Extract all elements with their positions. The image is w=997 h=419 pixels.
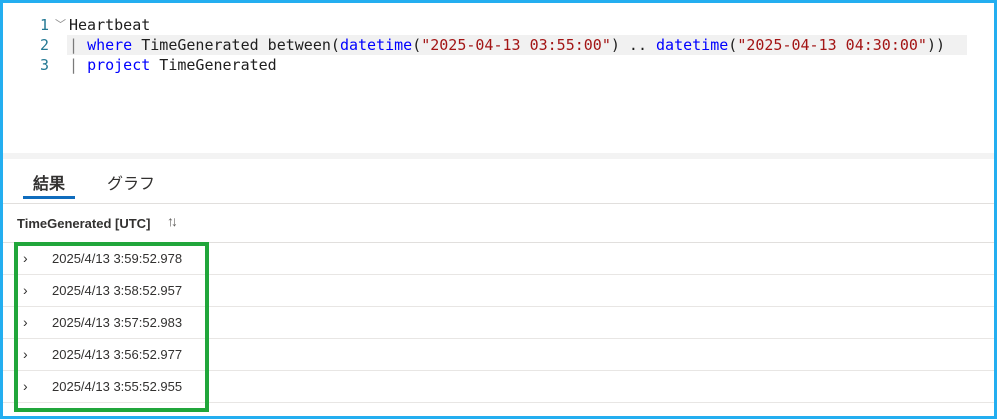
- table-row[interactable]: › 2025/4/13 3:58:52.957: [3, 275, 994, 307]
- table-row[interactable]: › 2025/4/13 3:56:52.977: [3, 339, 994, 371]
- line-number-1: 1: [39, 16, 49, 34]
- sort-icon[interactable]: ↑↓: [167, 213, 178, 229]
- string-literal: "2025-04-13 03:55:00": [421, 36, 611, 54]
- chevron-down-icon[interactable]: ﹀: [55, 15, 69, 35]
- app-frame: 1 ﹀ Heartbeat 2 | where TimeGenerated be…: [0, 0, 997, 419]
- cell-timegenerated: 2025/4/13 3:57:52.983: [52, 315, 183, 330]
- pipe-operator: |: [69, 56, 88, 74]
- code-text: ) ..: [610, 36, 657, 54]
- code-text: TimeGenerated between(: [132, 36, 340, 54]
- cell-timegenerated: 2025/4/13 3:59:52.978: [52, 251, 183, 266]
- code-text: TimeGenerated: [150, 56, 277, 74]
- table-row[interactable]: › 2025/4/13 3:59:52.978: [3, 243, 994, 275]
- code-line-2[interactable]: | where TimeGenerated between(datetime("…: [69, 35, 945, 55]
- grid-header: TimeGenerated [UTC] ↑↓: [3, 203, 994, 243]
- function-datetime: datetime: [656, 36, 729, 54]
- chevron-right-icon[interactable]: ›: [23, 378, 28, 394]
- cell-timegenerated: 2025/4/13 3:58:52.957: [52, 283, 183, 298]
- results-grid: TimeGenerated [UTC] ↑↓ › 2025/4/13 3:59:…: [3, 203, 994, 403]
- pane-divider[interactable]: [3, 153, 994, 159]
- pipe-operator: |: [69, 36, 88, 54]
- chevron-right-icon[interactable]: ›: [23, 282, 28, 298]
- column-header-timegenerated[interactable]: TimeGenerated [UTC]: [17, 216, 150, 231]
- function-datetime: datetime: [339, 36, 413, 54]
- chevron-right-icon[interactable]: ›: [23, 346, 28, 362]
- cell-timegenerated: 2025/4/13 3:55:52.955: [52, 379, 183, 394]
- keyword-project: project: [87, 56, 151, 74]
- table-row[interactable]: › 2025/4/13 3:55:52.955: [3, 371, 994, 403]
- query-editor[interactable]: 1 ﹀ Heartbeat 2 | where TimeGenerated be…: [3, 3, 994, 153]
- string-literal: "2025-04-13 04:30:00": [737, 36, 927, 54]
- chevron-right-icon[interactable]: ›: [23, 250, 28, 266]
- table-name: Heartbeat: [69, 16, 151, 34]
- table-row[interactable]: › 2025/4/13 3:57:52.983: [3, 307, 994, 339]
- chevron-right-icon[interactable]: ›: [23, 314, 28, 330]
- code-text: (: [728, 36, 738, 54]
- code-text: (: [412, 36, 422, 54]
- line-number-2: 2: [39, 36, 49, 54]
- result-tabs: 結果 グラフ: [3, 167, 994, 203]
- tab-chart[interactable]: グラフ: [107, 173, 167, 199]
- tab-results[interactable]: 結果: [23, 173, 75, 199]
- line-number-3: 3: [39, 56, 49, 74]
- keyword-where: where: [87, 36, 133, 54]
- cell-timegenerated: 2025/4/13 3:56:52.977: [52, 347, 183, 362]
- code-line-1[interactable]: Heartbeat: [69, 15, 150, 35]
- code-text: )): [926, 36, 946, 54]
- code-line-3[interactable]: | project TimeGenerated: [69, 55, 277, 75]
